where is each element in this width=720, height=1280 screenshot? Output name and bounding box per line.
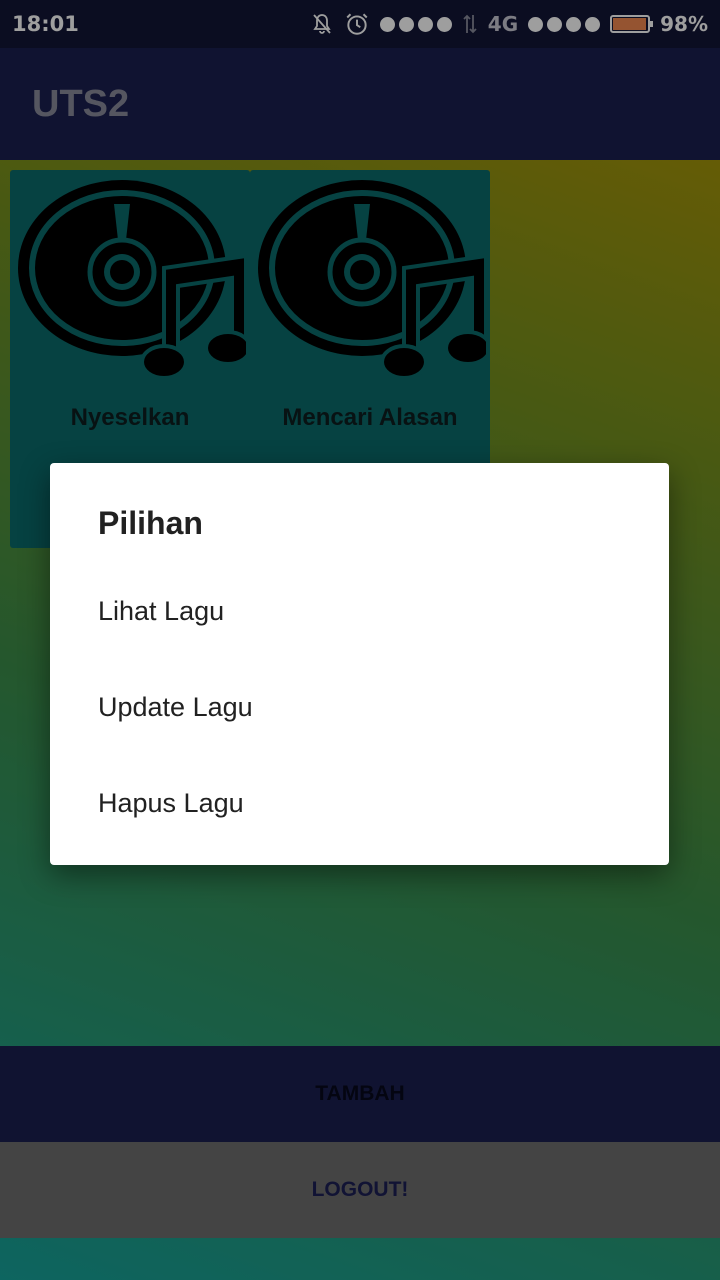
dialog-title: Pilihan xyxy=(98,505,203,541)
update-song-option[interactable]: Update Lagu xyxy=(50,659,669,755)
view-song-option[interactable]: Lihat Lagu xyxy=(50,563,669,659)
options-dialog: Pilihan Lihat Lagu Update Lagu Hapus Lag… xyxy=(50,463,669,865)
delete-song-option[interactable]: Hapus Lagu xyxy=(50,755,669,851)
